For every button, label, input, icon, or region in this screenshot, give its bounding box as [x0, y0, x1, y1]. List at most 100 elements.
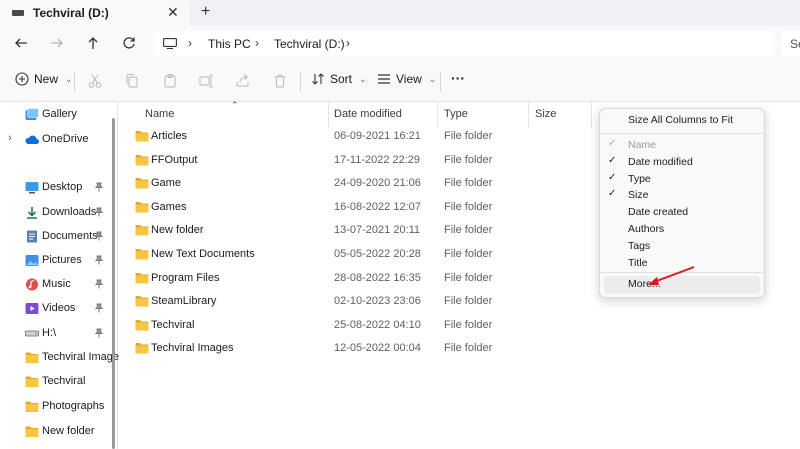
pin-icon[interactable] [95, 255, 103, 265]
file-date-modified: 06-09-2021 16:21 [334, 130, 421, 142]
up-button[interactable] [82, 32, 104, 54]
sidebar-item-photographs[interactable]: Photographs [0, 397, 114, 417]
file-type: File folder [444, 130, 493, 142]
command-bar: New ⌄ Sort ⌄ View ⌄ ··· [0, 62, 800, 102]
more-options-button[interactable]: ··· [451, 70, 465, 86]
search-input[interactable]: Se [781, 31, 800, 57]
menu-divider [600, 133, 764, 134]
view-button[interactable]: View ⌄ [377, 72, 436, 86]
file-type: File folder [444, 342, 493, 355]
table-row[interactable]: Program Files 28-08-2022 16:35 File folder [119, 268, 594, 290]
sidebar-item-label: Downloads [42, 206, 97, 218]
sidebar-item-gallery[interactable]: Gallery [0, 105, 114, 125]
rename-icon[interactable] [198, 73, 214, 89]
column-divider[interactable] [328, 102, 329, 128]
close-tab-icon[interactable]: ✕ [167, 4, 179, 21]
sidebar-item-documents[interactable]: Documents [0, 227, 114, 247]
cloud-icon [25, 135, 39, 144]
menu-item-authors[interactable]: Authors [600, 221, 764, 238]
folder-icon [135, 249, 149, 260]
menu-item-label: Size All Columns to Fit [628, 114, 734, 126]
file-date-modified: 02-10-2023 23:06 [334, 295, 421, 308]
pin-icon[interactable] [95, 303, 103, 313]
column-divider[interactable] [591, 102, 592, 128]
menu-item-size[interactable]: ✓ Size [600, 187, 764, 204]
address-bar[interactable]: › This PC › Techviral (D:) › [155, 31, 773, 57]
table-row[interactable]: Techviral 25-08-2022 04:10 File folder [119, 315, 594, 337]
refresh-button[interactable] [118, 32, 140, 54]
sidebar-item-desktop[interactable]: Desktop [0, 178, 114, 198]
copy-icon[interactable] [124, 73, 140, 89]
documents-icon [27, 230, 37, 243]
sidebar-item-label: OneDrive [42, 133, 89, 145]
breadcrumb-this-pc[interactable]: This PC [208, 37, 251, 51]
folder-icon [25, 426, 39, 437]
sidebar-item-new-folder[interactable]: New folder [0, 422, 114, 442]
column-divider[interactable] [437, 102, 438, 128]
sidebar-item-pictures[interactable]: Pictures [0, 251, 114, 271]
sidebar-item-label: Music [42, 278, 71, 290]
menu-item-name[interactable]: ✓ Name [600, 137, 764, 154]
file-name: Program Files [151, 271, 220, 284]
videos-icon [25, 303, 39, 314]
menu-item-date-created[interactable]: Date created [600, 204, 764, 221]
column-header-size[interactable]: Size [535, 108, 556, 120]
chevron-right-icon[interactable]: › [8, 132, 12, 144]
sidebar-item-videos[interactable]: Videos [0, 299, 114, 319]
sidebar-item-label: Gallery [42, 108, 77, 120]
sidebar-scrollbar[interactable] [112, 118, 115, 449]
file-name: Techviral Images [151, 342, 234, 355]
pin-icon[interactable] [95, 279, 103, 289]
cut-icon[interactable] [87, 73, 103, 89]
column-header-type[interactable]: Type [444, 108, 468, 120]
table-row[interactable]: Techviral Images 12-05-2022 00:04 File fol… [119, 338, 594, 360]
new-button[interactable]: New ⌄ [15, 72, 73, 86]
pin-icon[interactable] [95, 231, 103, 241]
sidebar-item-label: Desktop [42, 181, 83, 193]
table-row[interactable]: FFOutput 17-11-2022 22:29 File folder [119, 150, 594, 172]
file-date-modified: 05-05-2022 20:28 [334, 248, 421, 260]
sidebar-item-onedrive[interactable]: › OneDrive [0, 130, 114, 150]
paste-icon[interactable] [162, 73, 178, 89]
table-row[interactable]: SteamLibrary 02-10-2023 23:06 File folder [119, 291, 594, 313]
divider [440, 72, 441, 92]
chevron-right-icon[interactable]: › [346, 36, 350, 50]
back-button[interactable] [10, 32, 32, 54]
sidebar-item-techviral-images[interactable]: Techviral Images [0, 348, 125, 368]
menu-item-type[interactable]: ✓ Type [600, 171, 764, 188]
sidebar-item-downloads[interactable]: Downloads [0, 203, 114, 223]
share-icon[interactable] [235, 73, 251, 89]
chevron-right-icon: › [188, 36, 192, 50]
pin-icon[interactable] [95, 207, 103, 217]
delete-icon[interactable] [272, 73, 288, 89]
file-date-modified: 16-08-2022 12:07 [334, 200, 421, 213]
new-tab-button[interactable]: + [201, 3, 210, 21]
table-row[interactable]: New folder 13-07-2021 20:11 File folder [119, 220, 594, 242]
file-type: File folder [444, 271, 493, 284]
pin-icon[interactable] [95, 328, 103, 338]
sidebar-item-music[interactable]: Music [0, 275, 114, 295]
file-type: File folder [444, 200, 493, 213]
menu-item-size-all-columns[interactable]: Size All Columns to Fit [600, 112, 764, 129]
divider [74, 72, 75, 92]
column-header-date[interactable]: Date modified [334, 108, 402, 120]
folder-icon [135, 319, 149, 331]
gallery-icon [25, 108, 39, 120]
menu-item-tags[interactable]: Tags [600, 238, 764, 255]
breadcrumb-drive[interactable]: Techviral (D:) [274, 37, 345, 51]
column-header-name[interactable]: Name [145, 108, 174, 120]
pictures-icon [25, 255, 39, 266]
table-row[interactable]: Game 24-09-2020 21:06 File folder [119, 173, 594, 195]
forward-button[interactable] [46, 32, 68, 54]
drive-icon [12, 10, 24, 16]
table-row[interactable]: New Text Documents 05-05-2022 20:28 File f… [119, 244, 594, 266]
table-row[interactable]: Articles 06-09-2021 16:21 File folder [119, 126, 594, 148]
table-row[interactable]: Games 16-08-2022 12:07 File folder [119, 197, 594, 219]
pin-icon[interactable] [95, 182, 103, 192]
menu-item-date-modified[interactable]: ✓ Date modified [600, 154, 764, 171]
sort-button[interactable]: Sort ⌄ [311, 72, 367, 86]
sidebar-item-techviral[interactable]: Techviral [0, 372, 114, 392]
tab-techviral[interactable]: Techviral (D:) ✕ [0, 0, 190, 26]
column-divider[interactable] [528, 102, 529, 128]
sidebar-item-h-drive[interactable]: H:\ [0, 324, 114, 344]
